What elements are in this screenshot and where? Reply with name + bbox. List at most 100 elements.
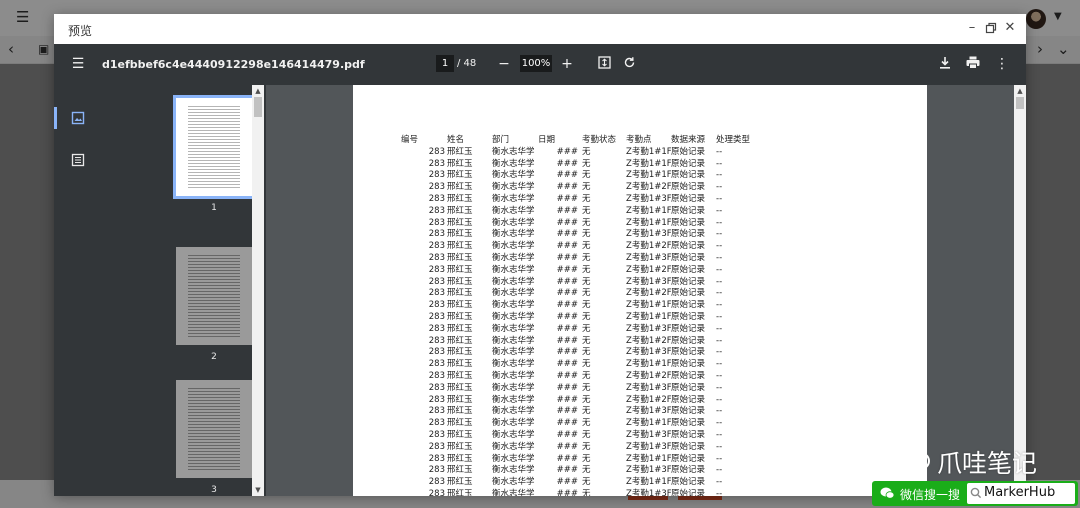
table-cell-type: -- [716, 359, 723, 370]
modal-header: 预览 – ✕ [54, 14, 1026, 44]
table-cell-id: 283 [428, 217, 445, 228]
table-cell-name: 邢红玉 [447, 217, 473, 228]
table-cell-id: 283 [428, 252, 445, 263]
table-cell-id: 283 [428, 359, 445, 370]
zoom-out-icon[interactable]: − [497, 56, 511, 72]
table-cell-source: 原始记录 [671, 429, 706, 440]
table-cell-id: 283 [428, 418, 445, 429]
table-cell-type: -- [716, 146, 723, 157]
table-cell-status: 无 [582, 394, 591, 405]
table-cell-point: Z考勤1#1F [626, 205, 672, 216]
scroll-down-icon[interactable]: ▼ [252, 485, 264, 495]
page-thumbnail[interactable] [176, 247, 252, 345]
scrollbar-thumb[interactable] [254, 97, 262, 117]
table-cell-id: 283 [428, 146, 445, 157]
table-cell-source: 原始记录 [671, 465, 706, 476]
table-cell-type: -- [716, 264, 723, 275]
table-cell-point: Z考勤1#3F [626, 488, 672, 496]
table-cell-source: 原始记录 [671, 347, 706, 358]
table-cell-status: 无 [582, 453, 591, 464]
table-cell-point: Z考勤1#2F [626, 370, 672, 381]
table-cell-dept: 衡水志华学 [492, 359, 535, 370]
thumbnail-scrollbar[interactable]: ▲ ▼ [252, 85, 264, 496]
thumbnail-view-icon[interactable] [71, 111, 85, 125]
table-cell-name: 邢红玉 [447, 311, 473, 322]
table-cell-date: ### [556, 359, 578, 370]
table-cell-id: 283 [428, 335, 445, 346]
header-cell: 日期 [538, 135, 556, 145]
table-cell-point: Z考勤1#1F [626, 359, 672, 370]
table-cell-source: 原始记录 [671, 394, 706, 405]
header-cell: 考勤点 [626, 135, 652, 145]
minimize-icon[interactable]: – [964, 20, 980, 36]
document-viewport: 编号 姓名 部门 日期 考勤状态 考勤点 数据来源 处理类型 283 邢红玉 衡水志… [266, 85, 1014, 496]
wechat-bubble-icon [889, 441, 930, 473]
table-cell-name: 邢红玉 [447, 288, 473, 299]
table-cell-point: Z考勤1#1F [626, 300, 672, 311]
download-icon[interactable] [938, 56, 952, 73]
table-cell-source: 原始记录 [671, 311, 706, 322]
table-cell-dept: 衡水志华学 [492, 347, 535, 358]
table-cell-name: 邢红玉 [447, 241, 473, 252]
table-cell-name: 邢红玉 [447, 441, 473, 452]
table-cell-name: 邢红玉 [447, 477, 473, 488]
table-cell-name: 邢红玉 [447, 252, 473, 263]
table-cell-source: 原始记录 [671, 276, 706, 287]
table-cell-id: 283 [428, 394, 445, 405]
table-cell-status: 无 [582, 241, 591, 252]
table-cell-point: Z考勤1#3F [626, 406, 672, 417]
print-icon[interactable] [966, 56, 980, 73]
zoom-input[interactable]: 100% [520, 55, 552, 72]
fit-page-icon[interactable] [597, 56, 611, 73]
table-cell-status: 无 [582, 429, 591, 440]
table-cell-point: Z考勤1#2F [626, 288, 672, 299]
scrollbar-thumb[interactable] [1016, 97, 1024, 109]
document-scrollbar[interactable]: ▲ ▼ [1014, 85, 1026, 496]
outline-view-icon[interactable] [71, 153, 85, 167]
table-cell-type: -- [716, 477, 723, 488]
table-cell-date: ### [556, 311, 578, 322]
maximize-icon[interactable] [983, 20, 999, 39]
wechat-icon [880, 487, 894, 499]
thumbnail-label: 1 [211, 203, 217, 213]
table-cell-id: 283 [428, 347, 445, 358]
table-cell-source: 原始记录 [671, 264, 706, 275]
table-cell-source: 原始记录 [671, 241, 706, 252]
table-cell-source: 原始记录 [671, 193, 706, 204]
more-options-icon[interactable]: ⋮ [995, 56, 1009, 72]
table-cell-point: Z考勤1#3F [626, 276, 672, 287]
table-cell-name: 邢红玉 [447, 335, 473, 346]
zoom-in-icon[interactable]: + [560, 56, 574, 72]
table-cell-id: 283 [428, 182, 445, 193]
page-number-input[interactable]: 1 [436, 55, 454, 72]
table-cell-date: ### [556, 347, 578, 358]
scroll-up-icon[interactable]: ▲ [252, 86, 264, 96]
table-cell-date: ### [556, 406, 578, 417]
table-cell-source: 原始记录 [671, 323, 706, 334]
header-cell: 姓名 [447, 135, 465, 145]
close-icon[interactable]: ✕ [1002, 20, 1018, 36]
table-cell-type: -- [716, 205, 723, 216]
sidebar-rail [54, 85, 102, 496]
page-thumbnail[interactable] [176, 380, 252, 478]
table-cell-point: Z考勤1#1F [626, 418, 672, 429]
table-cell-dept: 衡水志华学 [492, 288, 535, 299]
table-cell-date: ### [556, 193, 578, 204]
table-cell-dept: 衡水志华学 [492, 429, 535, 440]
table-cell-id: 283 [428, 205, 445, 216]
table-cell-dept: 衡水志华学 [492, 300, 535, 311]
sidebar-menu-icon[interactable]: ☰ [70, 56, 86, 72]
table-cell-point: Z考勤1#3F [626, 429, 672, 440]
table-cell-type: -- [716, 406, 723, 417]
table-cell-date: ### [556, 370, 578, 381]
table-cell-dept: 衡水志华学 [492, 335, 535, 346]
table-row: 283 邢红玉 衡水志华学 ### 无 Z考勤1#1F 原始记录 -- [401, 159, 801, 171]
scroll-up-icon[interactable]: ▲ [1014, 86, 1026, 96]
page-thumbnail[interactable] [173, 95, 255, 199]
table-cell-id: 283 [428, 465, 445, 476]
rotate-icon[interactable] [622, 56, 636, 73]
table-cell-status: 无 [582, 441, 591, 452]
table-cell-name: 邢红玉 [447, 170, 473, 181]
table-cell-point: Z考勤1#3F [626, 252, 672, 263]
table-cell-type: -- [716, 429, 723, 440]
